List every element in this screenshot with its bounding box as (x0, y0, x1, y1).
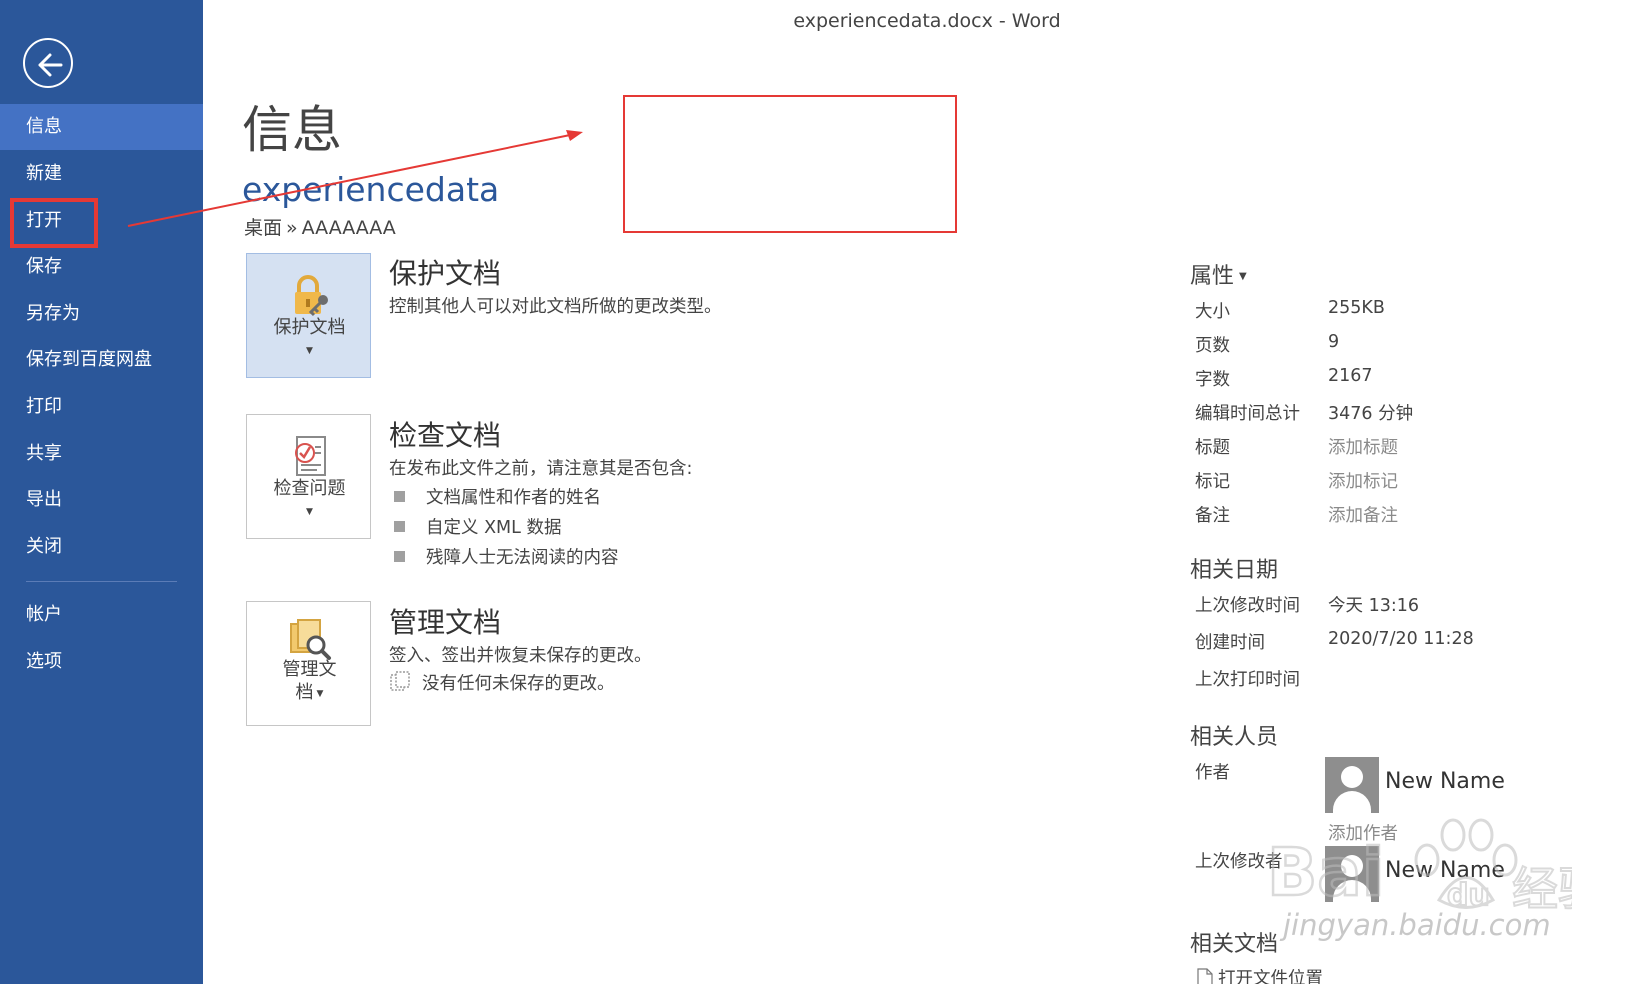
prop-size-value: 255KB (1328, 298, 1385, 318)
author-label: 作者 (1195, 763, 1230, 783)
related-documents-title: 相关文档 (1190, 932, 1279, 957)
nav-save-to-baidu[interactable]: 保存到百度网盘 (0, 337, 203, 383)
prop-tags-input[interactable]: 添加标记 (1328, 468, 1398, 493)
document-stack-icon (390, 671, 410, 691)
inspect-bullet-text: 残障人士无法阅读的内容 (426, 548, 619, 568)
related-dates-title: 相关日期 (1190, 558, 1279, 583)
bullet-square-icon (394, 551, 405, 562)
protect-document-desc: 控制其他人可以对此文档所做的更改类型。 (389, 297, 722, 317)
nav-print[interactable]: 打印 (0, 384, 203, 430)
last-modified-label: 上次修改时间 (1195, 596, 1300, 616)
bullet-square-icon (394, 491, 405, 502)
watermark-text: jingyan.baidu.com (1283, 908, 1551, 942)
nav-export[interactable]: 导出 (0, 477, 203, 523)
bullet-square-icon (394, 521, 405, 532)
open-file-location-link[interactable]: 打开文件位置 (1197, 965, 1323, 984)
prop-pages-value: 9 (1328, 332, 1340, 352)
prop-words-value: 2167 (1328, 366, 1373, 386)
prop-title-input[interactable]: 添加标题 (1328, 434, 1398, 459)
unsaved-changes-status: 没有任何未保存的更改。 (389, 670, 615, 695)
chevron-down-icon: ▼ (316, 689, 324, 699)
prop-comments-label: 备注 (1195, 506, 1230, 526)
nav-divider (26, 581, 177, 582)
inspect-bullet-item: 自定义 XML 数据 (394, 514, 561, 539)
nav-options[interactable]: 选项 (0, 639, 203, 685)
manage-document-desc: 签入、签出并恢复未保存的更改。 (389, 646, 652, 666)
manage-document-button-label: 管理文 (282, 659, 337, 680)
protect-document-button-label: 保护文档 (273, 317, 346, 338)
prop-tags-label: 标记 (1195, 472, 1230, 492)
nav-share[interactable]: 共享 (0, 431, 203, 477)
prop-edit-time-value: 3476 分钟 (1328, 404, 1414, 424)
manage-document-title: 管理文档 (389, 606, 502, 639)
check-issues-button[interactable]: 检查问题 ▼ (246, 414, 371, 539)
nav-close[interactable]: 关闭 (0, 524, 203, 570)
created-label: 创建时间 (1195, 633, 1265, 653)
prop-pages-label: 页数 (1195, 336, 1230, 356)
inspect-bullet-text: 文档属性和作者的姓名 (426, 488, 601, 508)
inspect-document-desc: 在发布此文件之前，请注意其是否包含: (389, 459, 693, 479)
nav-save[interactable]: 保存 (0, 244, 203, 290)
annotation-box (623, 95, 957, 233)
word-backstage: 信息 新建 打开 保存 另存为 保存到百度网盘 打印 共享 导出 关闭 帐户 选… (0, 0, 1651, 984)
prop-title-label: 标题 (1195, 438, 1230, 458)
inspect-bullet-text: 自定义 XML 数据 (426, 518, 562, 538)
svg-text:Bai: Bai (1267, 834, 1384, 911)
documents-search-icon (290, 619, 331, 660)
check-issues-button-label: 检查问题 (273, 478, 346, 499)
inspect-bullet-item: 文档属性和作者的姓名 (394, 484, 601, 509)
protect-document-title: 保护文档 (389, 257, 502, 290)
document-icon (1197, 968, 1213, 984)
inspect-bullet-item: 残障人士无法阅读的内容 (394, 544, 619, 569)
manage-document-button-label-2: 档 ▼ (295, 682, 324, 703)
protect-document-button[interactable]: 保护文档 ▼ (246, 253, 371, 378)
last-printed-label: 上次打印时间 (1195, 670, 1300, 690)
chevron-down-icon: ▼ (306, 346, 313, 356)
properties-dropdown[interactable]: 属性 ▼ (1190, 258, 1247, 290)
related-people-title: 相关人员 (1190, 725, 1279, 750)
annotation-arrow-icon (127, 130, 583, 227)
prop-words-label: 字数 (1195, 370, 1230, 390)
manage-document-button[interactable]: 管理文 档 ▼ (246, 601, 371, 726)
prop-comments-input[interactable]: 添加备注 (1328, 502, 1398, 527)
prop-edit-time-label: 编辑时间总计 (1195, 404, 1300, 424)
inspect-document-title: 检查文档 (389, 419, 502, 452)
created-value: 2020/7/20 11:28 (1328, 629, 1474, 649)
lock-key-icon (295, 275, 328, 317)
nav-account[interactable]: 帐户 (0, 592, 203, 638)
nav-save-as[interactable]: 另存为 (0, 291, 203, 337)
author-name: New Name (1385, 769, 1505, 794)
checklist-icon (295, 436, 326, 476)
chevron-down-icon: ▼ (306, 507, 313, 517)
last-modified-value: 今天 13:16 (1328, 596, 1419, 616)
chevron-down-icon: ▼ (1239, 271, 1247, 282)
prop-size-label: 大小 (1195, 302, 1230, 322)
unsaved-changes-text: 没有任何未保存的更改。 (422, 674, 615, 694)
